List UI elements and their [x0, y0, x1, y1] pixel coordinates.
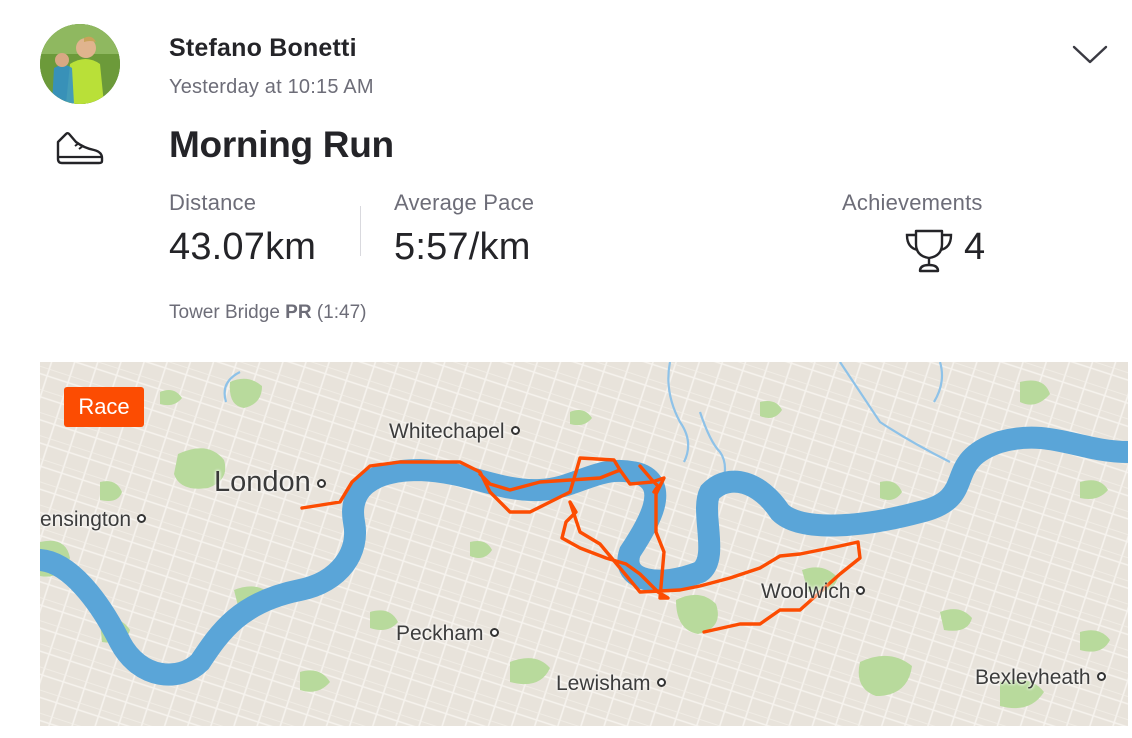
pr-badge: PR: [285, 302, 312, 323]
race-badge: Race: [64, 387, 144, 427]
distance-value: 43.07km: [169, 226, 317, 268]
map-label-bexleyheath: Bexleyheath: [975, 666, 1106, 690]
athlete-name[interactable]: Stefano Bonetti: [169, 34, 357, 63]
pace-label: Average Pace: [394, 190, 535, 215]
activity-title[interactable]: Morning Run: [169, 124, 394, 166]
activity-timestamp: Yesterday at 10:15 AM: [169, 76, 374, 98]
map-label-london: London: [214, 466, 326, 499]
distance-label: Distance: [169, 190, 257, 215]
avatar[interactable]: [40, 24, 120, 104]
map-label-kensington: ensington: [40, 508, 147, 532]
achievements-label: Achievements: [842, 190, 983, 215]
running-shoe-icon: [56, 132, 104, 165]
segment-name: Tower Bridge: [169, 302, 280, 323]
chevron-down-icon[interactable]: [1072, 44, 1108, 66]
segment-pr[interactable]: Tower Bridge PR (1:47): [169, 302, 367, 324]
map-label-peckham: Peckham: [396, 622, 499, 646]
map-label-whitechapel: Whitechapel: [389, 420, 520, 444]
map-label-lewisham: Lewisham: [556, 672, 666, 696]
trophy-icon: [905, 229, 953, 273]
avatar-photo: [40, 24, 120, 104]
stat-divider: [360, 206, 361, 256]
segment-time: (1:47): [316, 302, 367, 323]
map-label-woolwich: Woolwich: [761, 580, 866, 604]
pace-value: 5:57/km: [394, 226, 531, 268]
achievements-value: 4: [964, 226, 986, 268]
